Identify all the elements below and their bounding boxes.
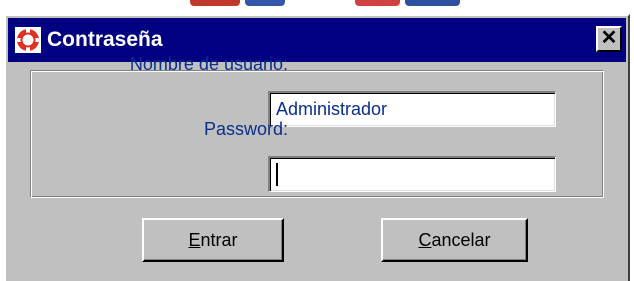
login-dialog: Contraseña ✕ Nombre de usuario: Password… <box>4 14 630 281</box>
enter-button-label: Entrar <box>188 230 237 250</box>
cancel-button-label: Cancelar <box>418 230 490 250</box>
cancel-label-rest: ancelar <box>431 229 491 250</box>
password-field[interactable] <box>268 156 556 192</box>
username-label: Nombre de usuario: <box>129 54 288 74</box>
window-title: Contraseña <box>47 28 163 51</box>
screen: Contraseña ✕ Nombre de usuario: Password… <box>0 0 634 281</box>
username-field[interactable] <box>268 91 556 127</box>
wallpaper-fragment <box>405 0 460 6</box>
lifebuoy-icon <box>15 27 41 53</box>
text-caret <box>276 163 278 186</box>
password-label: Password: <box>203 119 288 139</box>
cancel-mnemonic: C <box>418 229 432 250</box>
cancel-button[interactable]: Cancelar <box>381 218 528 262</box>
enter-label-rest: ntrar <box>200 229 238 250</box>
enter-mnemonic: E <box>188 229 201 250</box>
close-icon: ✕ <box>600 27 618 49</box>
wallpaper-fragment <box>190 0 240 6</box>
wallpaper-fragment <box>245 0 285 6</box>
close-button[interactable]: ✕ <box>596 26 622 52</box>
title-bar[interactable]: Contraseña ✕ <box>8 18 626 62</box>
enter-button[interactable]: Entrar <box>142 218 284 262</box>
wallpaper-fragment <box>355 0 400 6</box>
